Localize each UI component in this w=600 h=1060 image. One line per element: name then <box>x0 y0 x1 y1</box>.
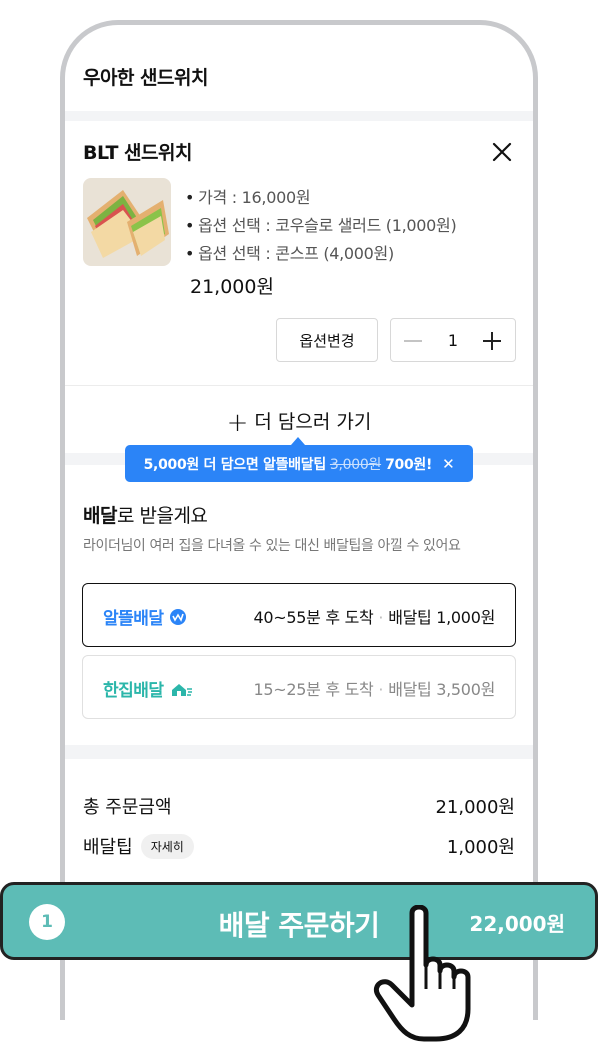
tooltip-arrow <box>291 437 305 445</box>
delivery-option-single[interactable]: 한집배달 15~25분 후 도착 · 배달팁 3,500원 <box>82 655 516 719</box>
cart-item-name: BLT 샌드위치 <box>83 142 192 164</box>
delivery-info: 15~25분 후 도착 · 배달팁 3,500원 <box>253 680 496 699</box>
option-line: • 옵션 선택 : 코우슬로 샐러드 (1,000원) <box>185 216 457 235</box>
delivery-brand: 알뜰배달 <box>103 604 187 629</box>
add-more-button[interactable]: + 더 담으러 가기 <box>65 407 533 438</box>
delivery-section-title: 배달로 받을게요 <box>83 505 208 527</box>
delivery-subtitle: 라이더님이 여러 집을 다녀올 수 있는 대신 배달팁을 아낄 수 있어요 <box>83 538 461 554</box>
section-divider <box>65 745 533 759</box>
quantity-stepper: 1 <box>390 318 516 362</box>
close-icon[interactable] <box>490 140 514 164</box>
delivery-brand: 한집배달 <box>103 676 193 701</box>
option-line: • 가격 : 16,000원 <box>185 188 311 207</box>
divider <box>65 385 533 386</box>
fee-detail-chip[interactable]: 자세히 <box>140 834 194 859</box>
new-fee: 700원! <box>385 456 433 473</box>
pointer-hand-icon <box>374 905 471 1042</box>
economy-badge-icon <box>169 609 186 625</box>
fee-row: 배달팁 자세히 1,000원 <box>83 833 515 859</box>
sandwich-thumbnail <box>83 178 171 266</box>
plus-icon: + <box>226 408 249 438</box>
phone-frame: 우아한 샌드위치 BLT 샌드위치 • 가격 : 16,000원 • 옵션 선택 :… <box>60 20 538 1020</box>
delivery-info: 40~55분 후 도착 · 배달팁 1,000원 <box>253 608 496 627</box>
option-line: • 옵션 선택 : 콘스프 (4,000원) <box>185 244 394 263</box>
saving-tooltip: 5,000원 더 담으면 알뜰배달팁 3,000원 700원! ✕ <box>125 445 473 482</box>
item-price: 21,000원 <box>190 276 274 298</box>
order-button[interactable]: 1 배달 주문하기 22,000원 <box>0 882 598 960</box>
change-option-button[interactable]: 옵션변경 <box>276 318 378 362</box>
store-title: 우아한 샌드위치 <box>83 67 208 89</box>
old-fee: 3,000원 <box>329 456 382 473</box>
close-icon[interactable]: ✕ <box>442 455 455 473</box>
total-row: 총 주문금액 21,000원 <box>83 797 515 818</box>
house-speed-icon <box>171 684 192 696</box>
delivery-option-economy[interactable]: 알뜰배달 40~55분 후 도착 · 배달팁 1,000원 <box>82 583 516 647</box>
section-divider <box>65 111 533 121</box>
